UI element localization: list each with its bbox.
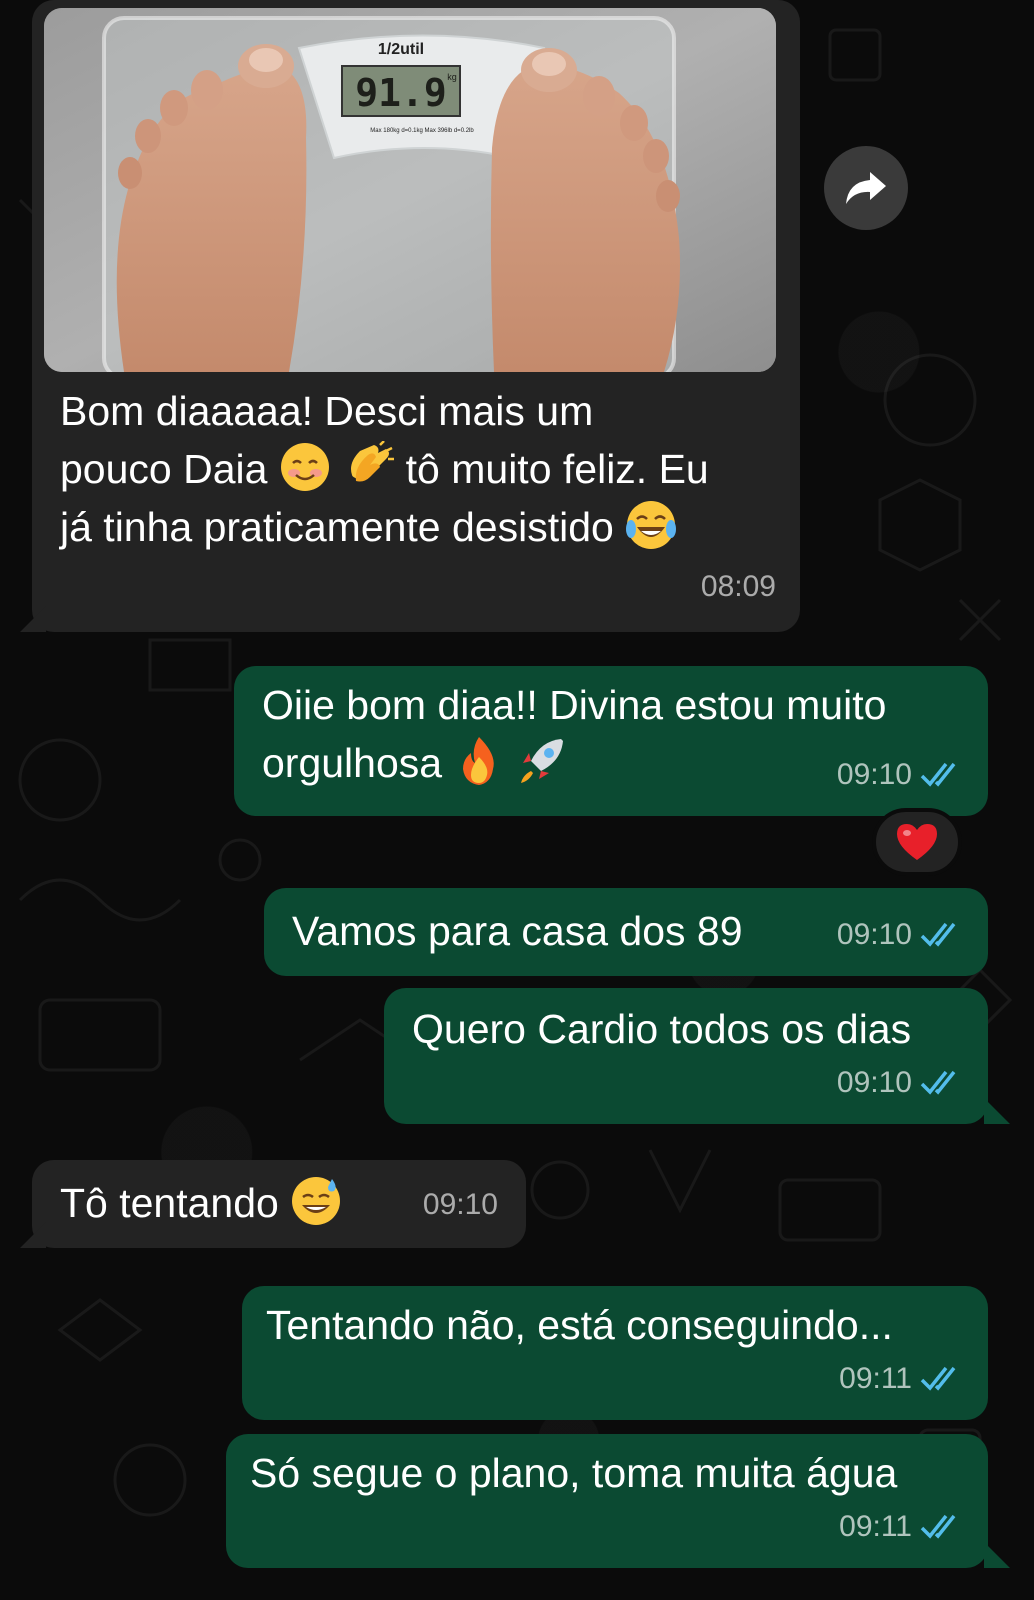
message-text: Quero Cardio todos os dias [412, 1000, 911, 1058]
scale-spec: Max 180kg d=0.1kg Max 396lb d=0.2lb [370, 128, 474, 134]
tears-of-joy-emoji [626, 501, 677, 549]
chat-conversation: 1/2util 91.9 kg Max 180kg d=0.1kg Max 39… [0, 0, 1034, 1600]
fire-emoji [463, 737, 495, 785]
forward-button[interactable] [824, 146, 908, 230]
message-line: Quero Cardio todos os dias [412, 1006, 912, 1052]
rocket-emoji [520, 739, 563, 783]
message-reaction[interactable] [872, 808, 962, 876]
message-timestamp: 08:09 [700, 570, 776, 603]
message-text: Vamos para casa dos 89 [292, 902, 743, 960]
message-line: Vamos para casa dos 89 [292, 908, 743, 954]
message-line: Só segue o plano, toma muita água [250, 1450, 898, 1496]
double-check-icon [920, 762, 956, 787]
double-check-icon [920, 1070, 956, 1095]
message-line: Tô tentando [60, 1180, 279, 1226]
message-text: Bom diaaaaa! Desci mais um pouco Daia tô… [60, 382, 780, 556]
message-meta: 09:10 [837, 1054, 964, 1112]
message-text: Só segue o plano, toma muita água [250, 1444, 897, 1502]
scale-display: 91.9 [355, 71, 447, 115]
message-line: já tinha praticamente desistido [60, 498, 780, 556]
message-meta: 09:11 [839, 1498, 964, 1556]
message-meta: 09:10 [837, 906, 964, 964]
message-bubble-outgoing[interactable]: Quero Cardio todos os dias 09:10 [384, 988, 988, 1124]
forward-arrow-icon [846, 172, 886, 204]
message-bubble-outgoing[interactable]: Oiie bom diaa!! Divina estou muito orgul… [234, 666, 988, 816]
bubble-tail [984, 1098, 1010, 1124]
scale-photo[interactable]: 1/2util 91.9 kg Max 180kg d=0.1kg Max 39… [44, 8, 776, 372]
message-timestamp: 09:11 [839, 1510, 912, 1543]
scale-photo-image: 1/2util 91.9 kg Max 180kg d=0.1kg Max 39… [44, 8, 776, 372]
message-line: pouco Daia tô muito feliz. Eu [60, 440, 780, 498]
smiling-blush-emoji [280, 443, 329, 491]
scale-unit: kg [447, 72, 457, 82]
message-meta: 09:10 [837, 746, 964, 804]
double-check-icon [920, 922, 956, 947]
message-bubble-outgoing[interactable]: Só segue o plano, toma muita água 09:11 [226, 1434, 988, 1568]
message-timestamp: 09:10 [422, 1188, 498, 1221]
double-check-icon [920, 1514, 956, 1539]
message-bubble-incoming[interactable]: Tô tentando 09:10 [32, 1160, 526, 1248]
scale-brand: 1/2util [378, 41, 424, 58]
red-heart-emoji [897, 824, 937, 860]
double-check-icon [920, 1366, 956, 1391]
message-bubble-outgoing[interactable]: Tentando não, está conseguindo... 09:11 [242, 1286, 988, 1420]
message-timestamp: 09:10 [836, 918, 912, 951]
message-line: Bom diaaaaa! Desci mais um [60, 388, 594, 434]
message-timestamp: 09:11 [839, 1362, 912, 1395]
message-timestamp: 09:10 [836, 1066, 912, 1099]
message-line: Tentando não, está conseguindo... [266, 1302, 893, 1348]
message-timestamp: 09:10 [836, 758, 912, 791]
message-bubble-incoming[interactable]: 1/2util 91.9 kg Max 180kg d=0.1kg Max 39… [32, 0, 800, 632]
message-text: Tô tentando [60, 1174, 342, 1232]
message-line: Oiie bom diaa!! Divina estou muito [262, 682, 887, 728]
message-meta: 09:11 [839, 1350, 964, 1408]
clapping-hands-emoji [351, 441, 395, 482]
message-bubble-outgoing[interactable]: Vamos para casa dos 89 09:10 [264, 888, 988, 976]
bubble-tail [984, 1542, 1010, 1568]
sweat-smile-emoji [292, 1177, 341, 1225]
message-text: Tentando não, está conseguindo... [266, 1296, 893, 1354]
